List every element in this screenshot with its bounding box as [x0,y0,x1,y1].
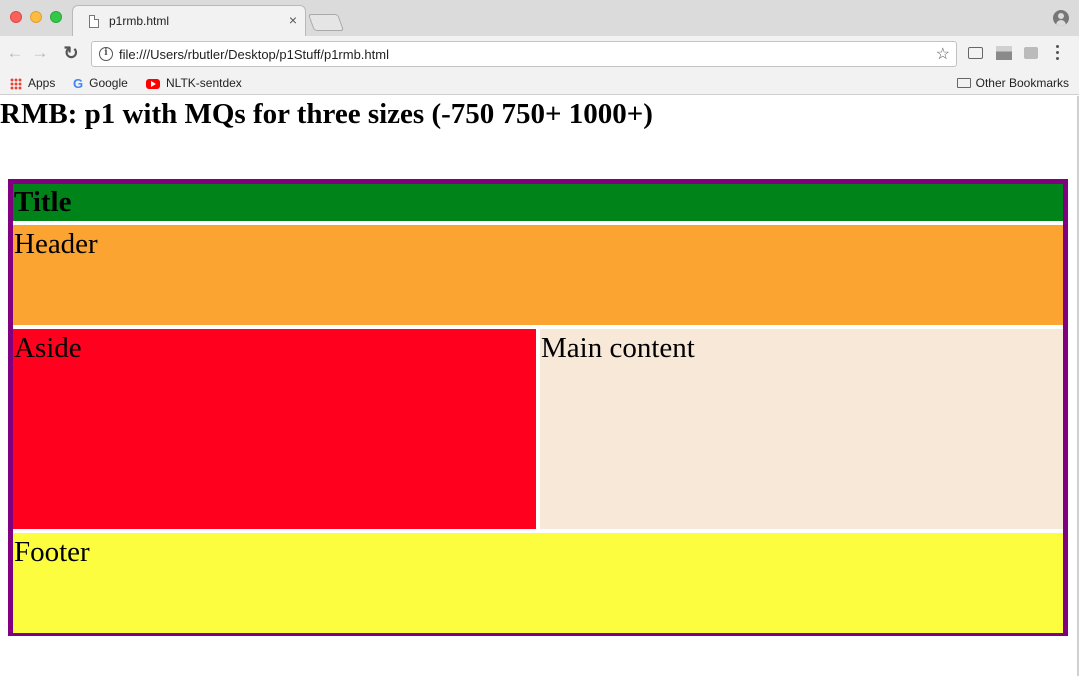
reload-icon[interactable]: ↻ [62,43,80,63]
bookmark-nltk-sentdex[interactable]: NLTK-sentdex [146,75,242,91]
new-tab-button[interactable] [307,14,345,31]
extension-puzzle-icon[interactable] [1024,47,1038,59]
tab-title: p1rmb.html [109,14,170,28]
title-box: Title [13,184,1063,221]
page-title: RMB: p1 with MQs for three sizes (-750 7… [0,98,653,130]
forward-arrow-icon[interactable]: → [31,43,49,63]
bookmark-label: Google [89,76,128,90]
bookmark-google[interactable]: G Google [73,75,128,91]
bookmark-star-icon[interactable]: ☆ [936,44,950,64]
footer-box: Footer [13,533,1063,633]
youtube-icon [146,78,160,89]
browser-toolbar: ← → ↻ i file:///Users/rbutler/Desktop/p1… [0,36,1079,71]
kebab-menu-icon[interactable] [1056,45,1060,63]
apps-grid-icon [10,77,22,90]
layout-grid: Title Header Aside Main content Footer [8,179,1068,636]
tab-strip: p1rmb.html × [0,0,1079,36]
folder-icon [956,77,971,88]
url-text[interactable]: file:///Users/rbutler/Desktop/p1Stuff/p1… [119,47,389,62]
info-icon[interactable]: i [99,47,113,61]
page-icon [89,15,99,28]
profile-icon[interactable] [1053,10,1069,26]
cast-icon[interactable] [968,47,983,59]
tab-close-icon[interactable]: × [289,12,297,28]
main-content-box: Main content [540,329,1063,529]
bookmark-apps[interactable]: Apps [10,75,55,91]
bookmark-label: NLTK-sentdex [166,76,242,90]
extension-icon[interactable] [996,46,1012,60]
google-icon: G [73,75,84,91]
bookmarks-bar: Apps G Google NLTK-sentdex Other Bookmark… [0,71,1079,95]
back-arrow-icon[interactable]: ← [6,43,24,63]
window-maximize-button[interactable] [50,11,62,23]
window-close-button[interactable] [10,11,22,23]
aside-box: Aside [13,329,536,529]
other-bookmarks-label: Other Bookmarks [975,76,1069,90]
page-viewport: RMB: p1 with MQs for three sizes (-750 7… [0,96,1079,676]
address-bar[interactable]: i file:///Users/rbutler/Desktop/p1Stuff/… [91,41,957,67]
header-box: Header [13,225,1063,325]
window-minimize-button[interactable] [30,11,42,23]
bookmark-label: Apps [28,76,56,90]
other-bookmarks[interactable]: Other Bookmarks [956,75,1069,91]
browser-tab[interactable]: p1rmb.html × [72,5,306,36]
